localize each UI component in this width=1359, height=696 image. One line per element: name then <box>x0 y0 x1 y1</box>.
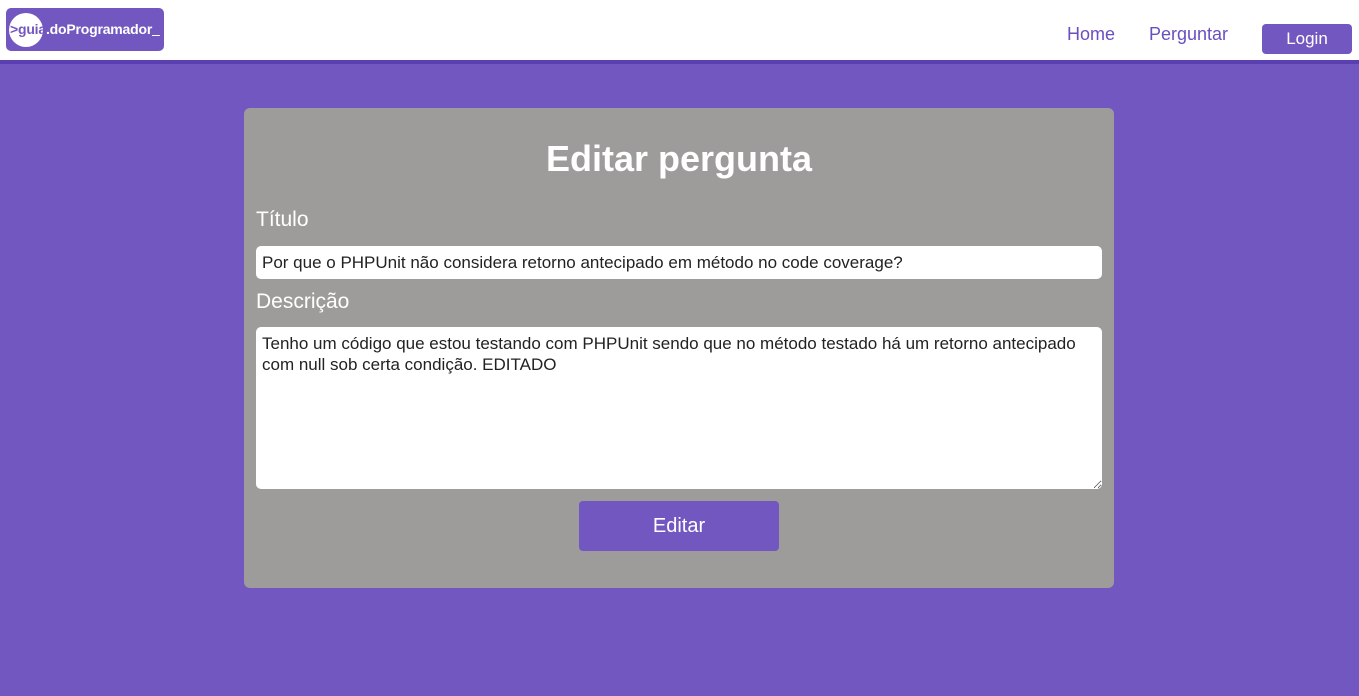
logo-cursor: _ <box>152 21 160 37</box>
top-navbar: >guia.doProgramador_ Home Perguntar Logi… <box>0 0 1359 64</box>
description-label: Descrição <box>256 290 350 313</box>
page-title: Editar pergunta <box>545 138 813 179</box>
logo-text-guia: >guia <box>10 21 46 37</box>
nav-link-home[interactable]: Home <box>1067 24 1115 45</box>
login-button[interactable]: Login <box>1262 24 1352 54</box>
description-textarea[interactable]: Tenho um código que estou testando com P… <box>256 327 1102 489</box>
edit-submit-button[interactable]: Editar <box>579 501 779 551</box>
logo-text-doprogramador: .doProgramador <box>45 21 153 37</box>
edit-question-card: Editar pergunta Título Descrição Tenho u… <box>244 108 1114 588</box>
title-input[interactable] <box>256 246 1102 279</box>
site-logo[interactable]: >guia.doProgramador_ <box>6 8 164 51</box>
nav-link-perguntar[interactable]: Perguntar <box>1149 24 1228 45</box>
logo-text: >guia.doProgramador_ <box>10 21 160 37</box>
title-label: Título <box>256 208 309 231</box>
